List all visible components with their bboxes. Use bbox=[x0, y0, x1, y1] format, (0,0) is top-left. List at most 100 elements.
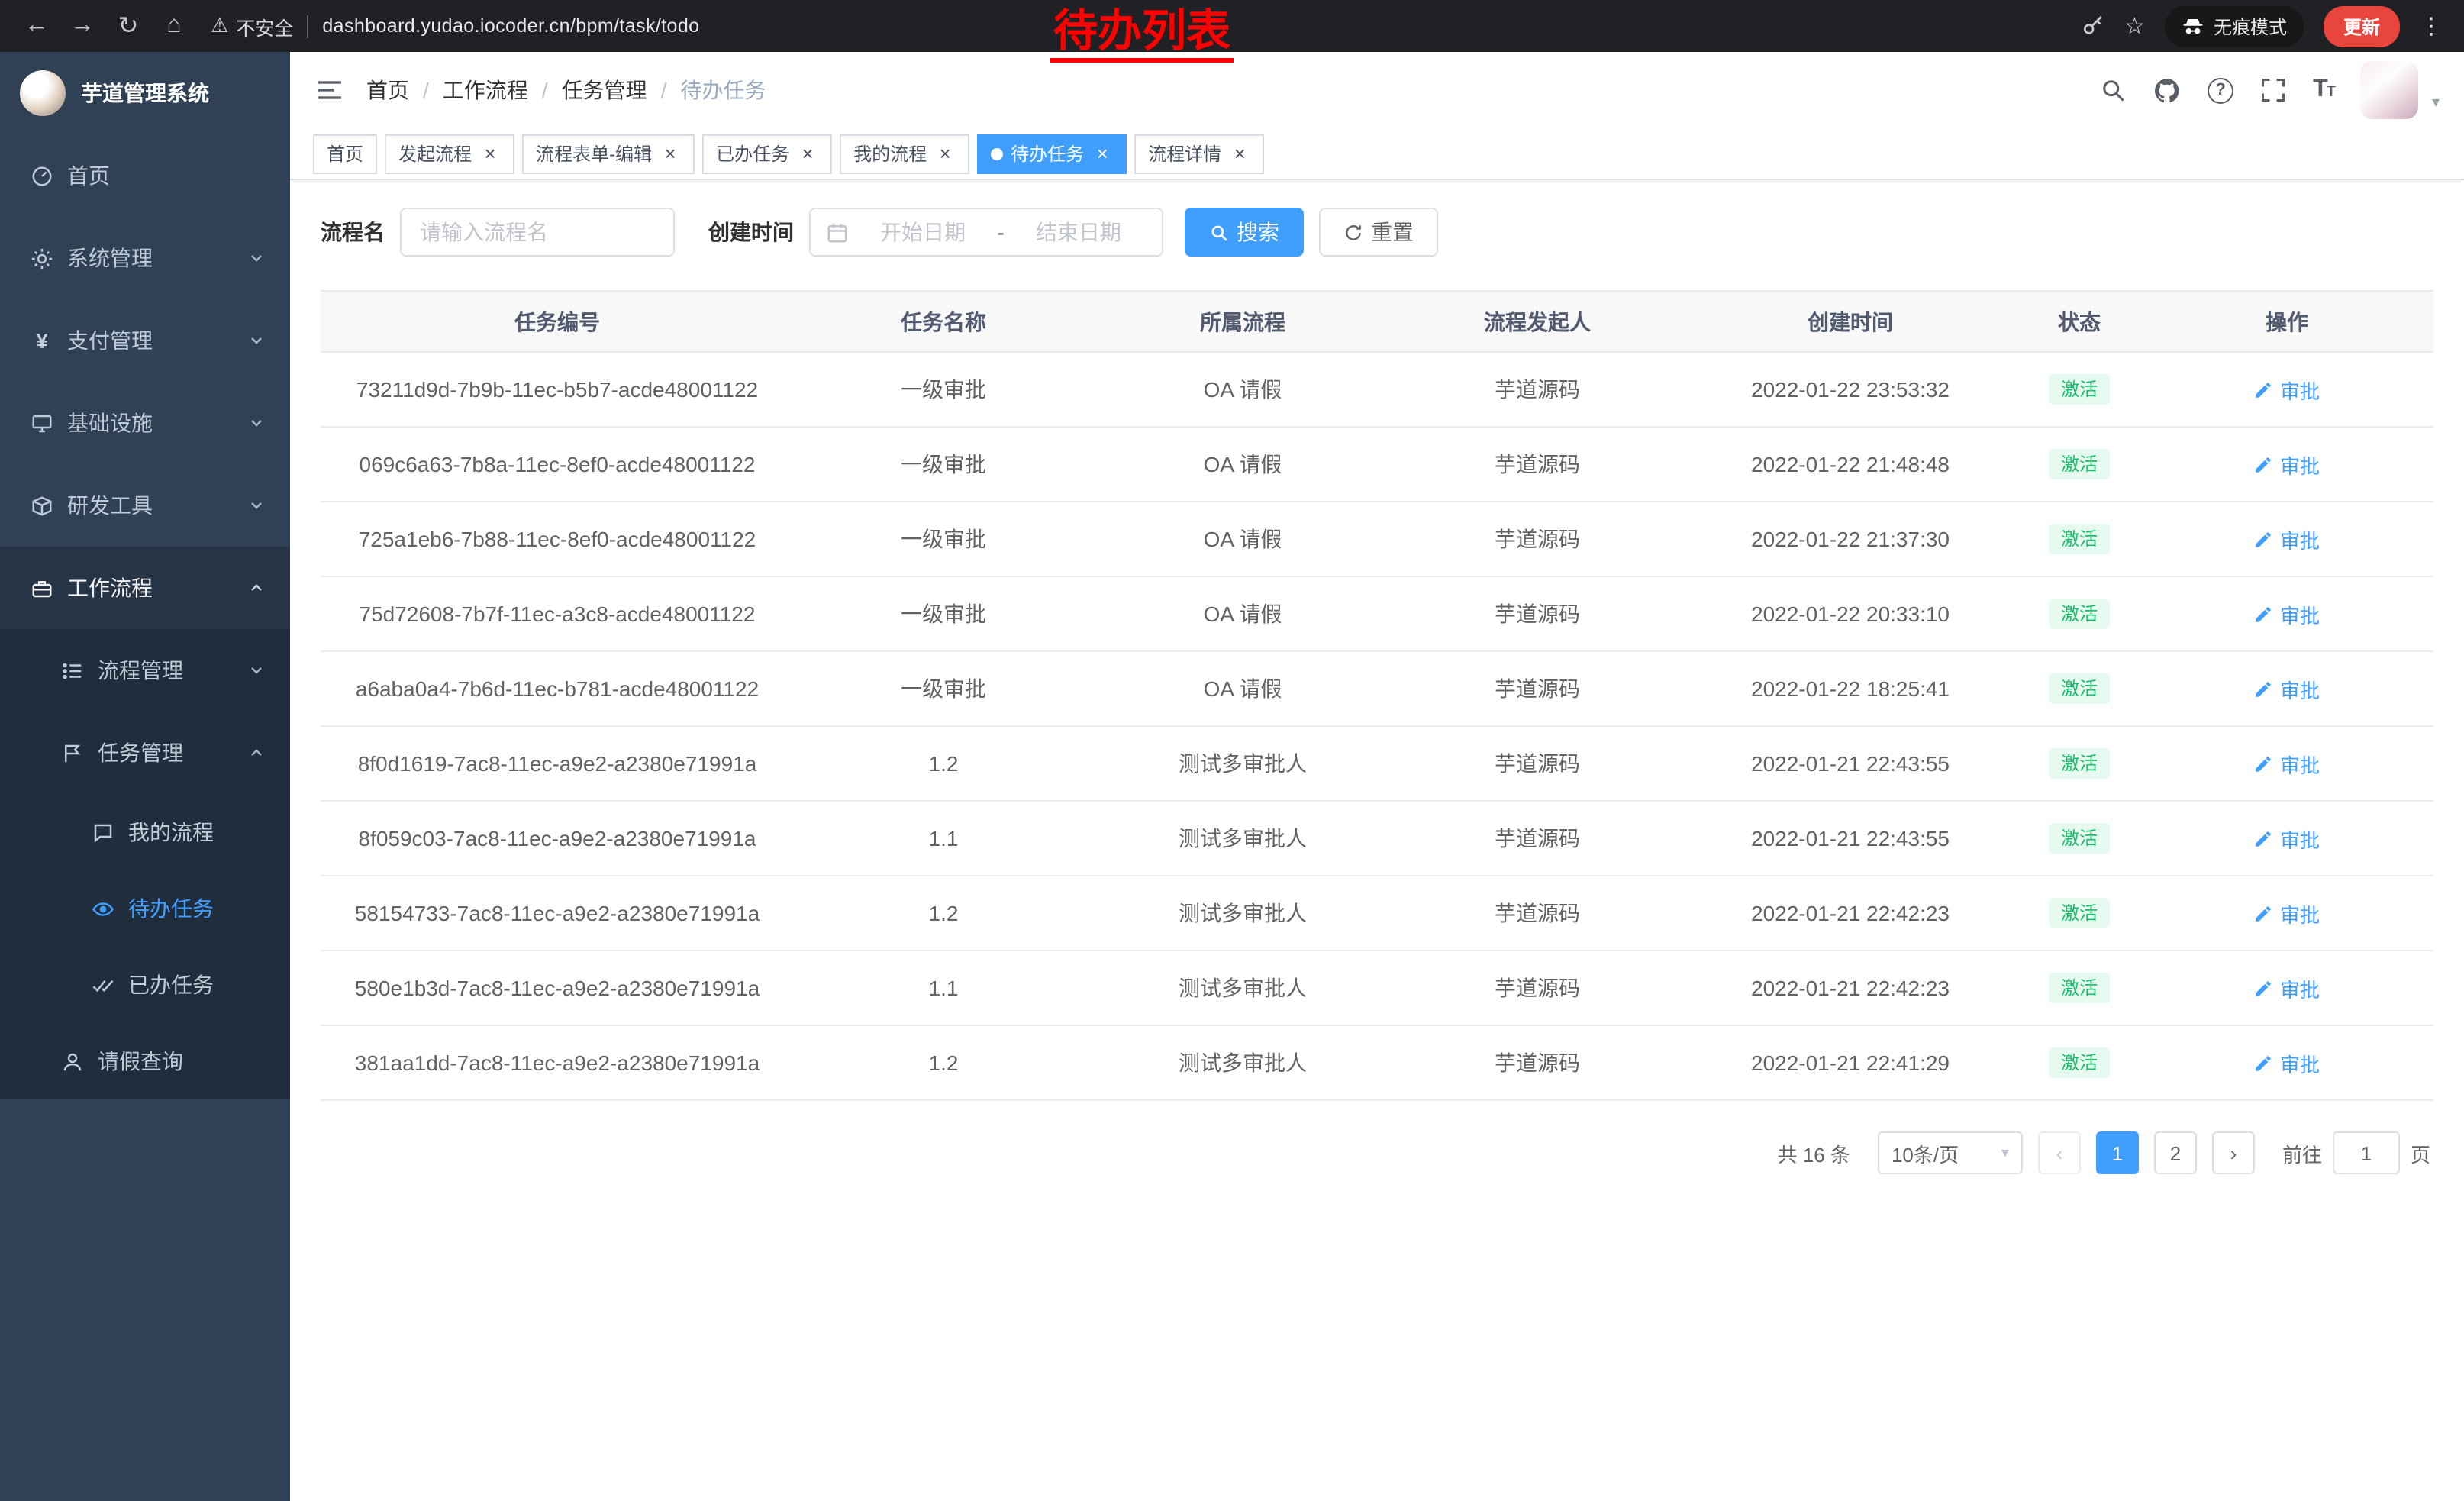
edit-icon bbox=[2254, 604, 2274, 624]
password-key-icon[interactable] bbox=[2080, 14, 2104, 38]
close-icon[interactable]: × bbox=[934, 143, 956, 164]
avatar[interactable] bbox=[2360, 61, 2418, 119]
sidebar-item-process-management[interactable]: 流程管理 bbox=[0, 629, 290, 712]
approve-label: 审批 bbox=[2280, 525, 2320, 554]
avatar-caret-icon[interactable]: ▾ bbox=[2432, 95, 2440, 111]
sidebar-item-workflow[interactable]: 工作流程 bbox=[0, 547, 290, 629]
approve-link[interactable]: 审批 bbox=[2254, 749, 2320, 778]
reload-button[interactable]: ↻ bbox=[107, 5, 150, 47]
sidebar-item-devtools[interactable]: 研发工具 bbox=[0, 464, 290, 547]
hamburger-icon bbox=[314, 75, 345, 105]
status-badge: 激活 bbox=[2049, 823, 2110, 854]
todo-table: 任务编号任务名称所属流程流程发起人创建时间状态操作 73211d9d-7b9b-… bbox=[290, 290, 2464, 1101]
approve-link[interactable]: 审批 bbox=[2254, 525, 2320, 554]
sidebar-item-home[interactable]: 首页 bbox=[0, 134, 290, 217]
search-icon[interactable] bbox=[2099, 76, 2127, 104]
font-size-icon[interactable]: TT bbox=[2313, 76, 2334, 104]
home-button[interactable]: ⌂ bbox=[153, 5, 195, 47]
approve-link[interactable]: 审批 bbox=[2254, 450, 2320, 479]
status-badge: 激活 bbox=[2049, 748, 2110, 779]
sidebar-item-todo-tasks[interactable]: 待办任务 bbox=[0, 870, 290, 947]
approve-link[interactable]: 审批 bbox=[2254, 899, 2320, 928]
cell-task-id: 580e1b3d-7ac8-11ec-a9e2-a2380e71991a bbox=[321, 951, 794, 1025]
tab[interactable]: 待办任务 × bbox=[977, 134, 1127, 173]
tab[interactable]: 发起流程 × bbox=[385, 134, 514, 173]
approve-label: 审批 bbox=[2280, 674, 2320, 703]
close-icon[interactable]: × bbox=[1229, 143, 1250, 164]
tab[interactable]: 我的流程 × bbox=[840, 134, 969, 173]
close-icon[interactable]: × bbox=[797, 143, 818, 164]
approve-link[interactable]: 审批 bbox=[2254, 599, 2320, 628]
breadcrumb-item[interactable]: 工作流程 bbox=[443, 75, 528, 105]
search-button[interactable]: 搜索 bbox=[1185, 208, 1304, 257]
sidebar-item-leave-query[interactable]: 请假查询 bbox=[0, 1023, 290, 1099]
sidebar-item-task-management[interactable]: 任务管理 bbox=[0, 712, 290, 794]
sidebar-item-done-tasks[interactable]: 已办任务 bbox=[0, 947, 290, 1023]
sidebar-item-system[interactable]: 系统管理 bbox=[0, 217, 290, 299]
status-badge: 激活 bbox=[2049, 524, 2110, 554]
github-icon[interactable] bbox=[2153, 76, 2182, 105]
list-icon bbox=[61, 659, 84, 682]
fullscreen-icon[interactable] bbox=[2259, 76, 2287, 104]
total-count: 共 16 条 bbox=[1778, 1138, 1850, 1167]
forward-button[interactable]: → bbox=[61, 5, 104, 47]
breadcrumb-item[interactable]: 首页 bbox=[366, 75, 409, 105]
date-range-picker[interactable]: 开始日期 - 结束日期 bbox=[809, 208, 1163, 257]
column-header: 操作 bbox=[2140, 291, 2433, 352]
page-size-select[interactable]: 10条/页 ▾ bbox=[1878, 1131, 2023, 1174]
next-page-button[interactable]: › bbox=[2212, 1131, 2255, 1174]
chevron-down-icon bbox=[247, 496, 266, 515]
sidebar-item-label: 首页 bbox=[67, 160, 110, 191]
breadcrumb: 首页/工作流程/任务管理/待办任务 bbox=[366, 75, 766, 105]
breadcrumb-item[interactable]: 任务管理 bbox=[562, 75, 647, 105]
back-button[interactable]: ← bbox=[15, 5, 58, 47]
address-bar[interactable]: ⚠ 不安全 dashboard.yudao.iocoder.cn/bpm/tas… bbox=[211, 11, 699, 40]
approve-link[interactable]: 审批 bbox=[2254, 1048, 2320, 1077]
page-button-1[interactable]: 1 bbox=[2096, 1131, 2139, 1174]
sidebar-item-infrastructure[interactable]: 基础设施 bbox=[0, 382, 290, 464]
app-title: 芋道管理系统 bbox=[81, 78, 209, 108]
security-status[interactable]: ⚠ 不安全 bbox=[211, 11, 293, 40]
bookmark-star-icon[interactable]: ☆ bbox=[2124, 12, 2145, 40]
cell-task-id: a6aba0a4-7b6d-11ec-b781-acde48001122 bbox=[321, 651, 794, 726]
status-badge: 激活 bbox=[2049, 599, 2110, 629]
approve-label: 审批 bbox=[2280, 375, 2320, 404]
approve-link[interactable]: 审批 bbox=[2254, 973, 2320, 1002]
page-button-2[interactable]: 2 bbox=[2154, 1131, 2197, 1174]
column-header: 任务编号 bbox=[321, 291, 794, 352]
close-icon[interactable]: × bbox=[660, 143, 681, 164]
sidebar-item-payment[interactable]: ¥ 支付管理 bbox=[0, 299, 290, 382]
table-row: 069c6a63-7b8a-11ec-8ef0-acde48001122 一级审… bbox=[321, 427, 2433, 502]
tab[interactable]: 流程表单-编辑 × bbox=[522, 134, 695, 173]
collapse-sidebar-button[interactable] bbox=[314, 75, 345, 105]
browser-right-controls: ☆ 无痕模式 更新 ⋮ bbox=[2080, 5, 2449, 47]
approve-link[interactable]: 审批 bbox=[2254, 824, 2320, 853]
app-logo[interactable]: 芋道管理系统 bbox=[0, 52, 290, 134]
tab-label: 流程详情 bbox=[1148, 140, 1221, 166]
cell-status: 激活 bbox=[2018, 1025, 2140, 1100]
briefcase-icon bbox=[31, 576, 53, 599]
cell-status: 激活 bbox=[2018, 651, 2140, 726]
reset-button[interactable]: 重置 bbox=[1319, 208, 1438, 257]
close-icon[interactable]: × bbox=[1092, 143, 1113, 164]
main-area: 首页/工作流程/任务管理/待办任务 ? TT ▾ 首页 发起流程 × 流程表单-… bbox=[290, 52, 2464, 1501]
close-icon[interactable]: × bbox=[479, 143, 501, 164]
cell-status: 激活 bbox=[2018, 726, 2140, 801]
gear-icon bbox=[31, 247, 53, 270]
warning-icon: ⚠ bbox=[211, 14, 228, 38]
process-name-input[interactable] bbox=[400, 208, 675, 257]
tab[interactable]: 流程详情 × bbox=[1134, 134, 1264, 173]
tab[interactable]: 已办任务 × bbox=[702, 134, 832, 173]
cell-process: 测试多审批人 bbox=[1093, 951, 1392, 1025]
approve-link[interactable]: 审批 bbox=[2254, 375, 2320, 404]
goto-page-input[interactable] bbox=[2333, 1131, 2400, 1174]
sidebar-item-my-process[interactable]: 我的流程 bbox=[0, 794, 290, 870]
help-icon[interactable]: ? bbox=[2208, 77, 2233, 103]
tab[interactable]: 首页 bbox=[313, 134, 377, 173]
prev-page-button[interactable]: ‹ bbox=[2038, 1131, 2081, 1174]
logo-image bbox=[20, 70, 66, 116]
update-button[interactable]: 更新 bbox=[2324, 5, 2400, 47]
approve-link[interactable]: 审批 bbox=[2254, 674, 2320, 703]
browser-menu-icon[interactable]: ⋮ bbox=[2420, 12, 2443, 40]
calendar-icon bbox=[826, 221, 849, 244]
